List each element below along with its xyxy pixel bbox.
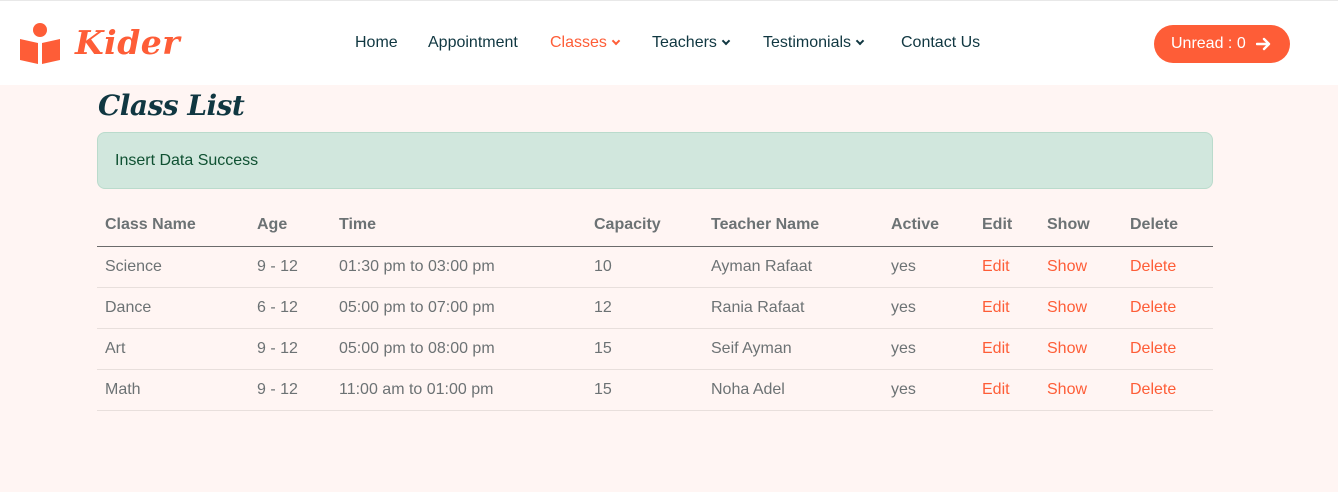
delete-link[interactable]: Delete (1122, 328, 1213, 370)
nav-item-classes[interactable]: Classes (550, 33, 621, 53)
edit-link[interactable]: Edit (974, 287, 1039, 329)
delete-link[interactable]: Delete (1122, 287, 1213, 329)
show-link[interactable]: Show (1039, 287, 1122, 329)
header-show: Show (1039, 205, 1122, 247)
cell-class-name: Art (97, 328, 249, 370)
brand-link[interactable]: Kider (19, 21, 180, 65)
chevron-down-icon (721, 36, 731, 46)
cell-class-name: Science (97, 246, 249, 288)
brand-name: Kider (75, 23, 181, 62)
unread-label: Unread : 0 (1171, 35, 1246, 52)
cell-teacher: Seif Ayman (703, 328, 883, 370)
cell-time: 11:00 am to 01:00 pm (331, 369, 586, 411)
cell-class-name: Math (97, 369, 249, 411)
cell-active: yes (883, 287, 974, 329)
header-time: Time (331, 205, 586, 247)
cell-teacher: Noha Adel (703, 369, 883, 411)
cell-active: yes (883, 369, 974, 411)
show-link[interactable]: Show (1039, 369, 1122, 411)
delete-link[interactable]: Delete (1122, 369, 1213, 411)
header-active: Active (883, 205, 974, 247)
table-row: Dance 6 - 12 05:00 pm to 07:00 pm 12 Ran… (97, 287, 1213, 329)
cell-age: 9 - 12 (249, 328, 331, 370)
table-row: Art 9 - 12 05:00 pm to 08:00 pm 15 Seif … (97, 328, 1213, 370)
page-title: Class List (98, 89, 245, 122)
cell-class-name: Dance (97, 287, 249, 329)
table-header-row: Class Name Age Time Capacity Teacher Nam… (97, 205, 1213, 247)
edit-link[interactable]: Edit (974, 328, 1039, 370)
alert-message: Insert Data Success (115, 151, 259, 169)
table-row: Math 9 - 12 11:00 am to 01:00 pm 15 Noha… (97, 369, 1213, 411)
table-row: Science 9 - 12 01:30 pm to 03:00 pm 10 A… (97, 246, 1213, 288)
cell-active: yes (883, 246, 974, 288)
nav-item-appointment[interactable]: Appointment (428, 33, 518, 53)
nav-item-label: Home (355, 34, 398, 51)
nav-item-label: Contact Us (901, 34, 981, 51)
header-capacity: Capacity (586, 205, 703, 247)
cell-time: 01:30 pm to 03:00 pm (331, 246, 586, 288)
cell-age: 9 - 12 (249, 369, 331, 411)
header-delete: Delete (1122, 205, 1213, 247)
nav-item-label: Testimonials (763, 34, 852, 51)
edit-link[interactable]: Edit (974, 246, 1039, 288)
cell-active: yes (883, 328, 974, 370)
chevron-down-icon (855, 36, 865, 46)
nav-item-testimonials[interactable]: Testimonials (763, 33, 865, 53)
cell-capacity: 12 (586, 287, 703, 329)
nav-item-label: Teachers (652, 34, 717, 51)
show-link[interactable]: Show (1039, 328, 1122, 370)
cell-capacity: 15 (586, 328, 703, 370)
header-edit: Edit (974, 205, 1039, 247)
nav-item-contact-us[interactable]: Contact Us (901, 33, 980, 53)
cell-capacity: 10 (586, 246, 703, 288)
cell-age: 9 - 12 (249, 246, 331, 288)
success-alert: Insert Data Success (97, 132, 1213, 189)
nav-item-label: Appointment (428, 34, 518, 51)
edit-link[interactable]: Edit (974, 369, 1039, 411)
nav-item-home[interactable]: Home (355, 33, 398, 53)
navbar: Kider Home Appointment Classes Teachers … (0, 0, 1338, 85)
nav-item-teachers[interactable]: Teachers (652, 33, 731, 53)
nav-item-label: Classes (550, 34, 607, 51)
cell-time: 05:00 pm to 08:00 pm (331, 328, 586, 370)
delete-link[interactable]: Delete (1122, 246, 1213, 288)
chevron-down-icon (611, 36, 621, 46)
cell-teacher: Rania Rafaat (703, 287, 883, 329)
cell-capacity: 15 (586, 369, 703, 411)
class-table: Class Name Age Time Capacity Teacher Nam… (97, 205, 1213, 411)
arrow-right-icon (1255, 36, 1272, 57)
cell-teacher: Ayman Rafaat (703, 246, 883, 288)
header-class-name: Class Name (97, 205, 249, 247)
cell-time: 05:00 pm to 07:00 pm (331, 287, 586, 329)
header-teacher-name: Teacher Name (703, 205, 883, 247)
cell-age: 6 - 12 (249, 287, 331, 329)
book-reader-icon (19, 22, 61, 64)
header-age: Age (249, 205, 331, 247)
unread-button[interactable]: Unread : 0 (1154, 25, 1290, 63)
show-link[interactable]: Show (1039, 246, 1122, 288)
